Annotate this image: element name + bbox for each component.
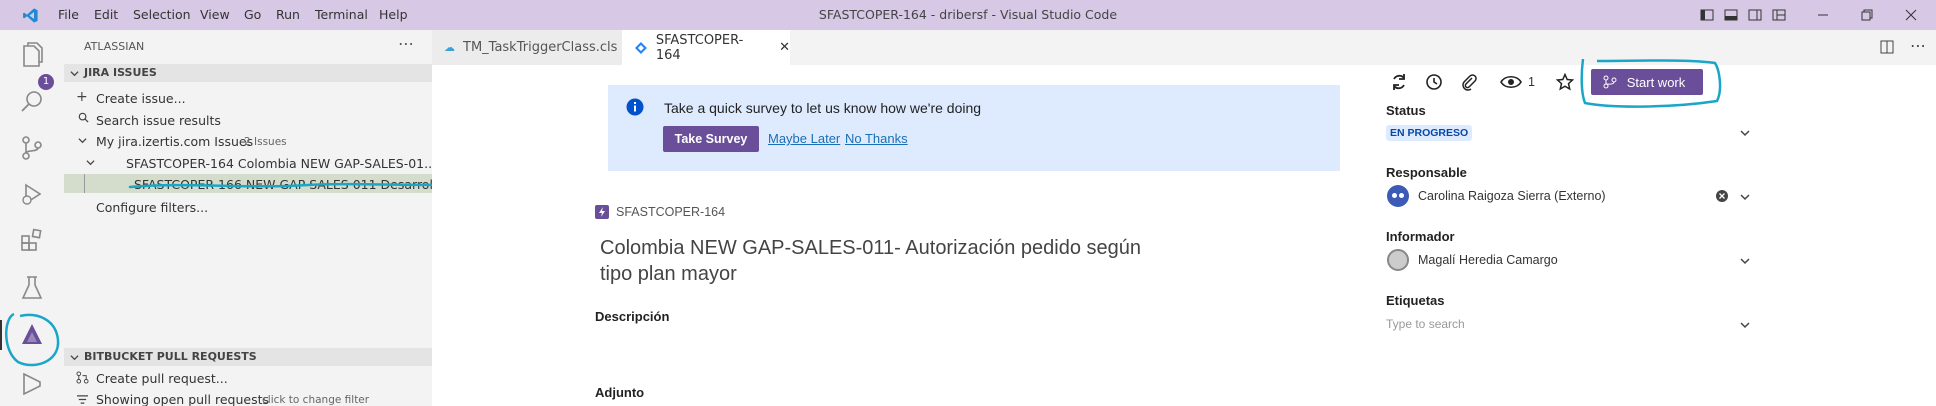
menu-edit[interactable]: Edit: [94, 7, 118, 22]
salesforce-deploy-icon[interactable]: [18, 370, 46, 398]
tree-guide: [84, 174, 85, 193]
subtask-type-icon: [595, 205, 609, 219]
status-label: Status: [1386, 103, 1426, 118]
chevron-down-icon: [70, 71, 79, 77]
search-issue-results[interactable]: Search issue results: [96, 113, 221, 128]
info-icon: [626, 98, 644, 116]
status-lozenge[interactable]: EN PROGRESO: [1386, 125, 1473, 141]
chevron-down-icon: [70, 355, 79, 361]
jira-icon: [634, 41, 647, 54]
chevron-down-icon: [78, 138, 87, 144]
bitbucket-section-title: BITBUCKET PULL REQUESTS: [84, 350, 257, 363]
description-label: Descripción: [595, 309, 670, 324]
issue-title[interactable]: Colombia NEW GAP-SALES-011- Autorización…: [600, 235, 1160, 287]
explorer-icon[interactable]: [18, 42, 46, 70]
menu-selection[interactable]: Selection: [133, 7, 191, 22]
tab-sfastcoper-164[interactable]: SFASTCOPER-164 ✕: [622, 30, 790, 65]
assignee-value[interactable]: Carolina Raigoza Sierra (Externo): [1418, 189, 1606, 203]
labels-label: Etiquetas: [1386, 293, 1445, 308]
assignee-label: Responsable: [1386, 165, 1467, 180]
menu-run[interactable]: Run: [276, 7, 300, 22]
jira-issue-view: Take a quick survey to let us know how w…: [432, 58, 1936, 406]
reporter-avatar: [1387, 249, 1409, 271]
annotation-circle-start-work: [1580, 58, 1722, 108]
maybe-later-link[interactable]: Maybe Later: [768, 131, 840, 146]
reporter-chevron-down-icon[interactable]: [1740, 256, 1750, 266]
close-tab-icon[interactable]: ✕: [779, 40, 790, 55]
toggle-panel-icon[interactable]: [1724, 8, 1738, 22]
menu-help[interactable]: Help: [379, 7, 408, 22]
jira-section-title: JIRA ISSUES: [84, 66, 157, 79]
clear-assignee-icon[interactable]: [1716, 190, 1728, 202]
search-icon[interactable]: [18, 88, 46, 116]
run-debug-icon[interactable]: [18, 180, 46, 208]
watcher-count: 1: [1528, 75, 1535, 89]
customize-layout-icon[interactable]: [1772, 8, 1786, 22]
sidebar-title: ATLASSIAN: [84, 40, 145, 53]
toggle-primary-sidebar-icon[interactable]: [1700, 8, 1714, 22]
split-editor-icon[interactable]: [1880, 40, 1894, 54]
vscode-logo-icon: [23, 8, 38, 23]
assignee-chevron-down-icon[interactable]: [1740, 192, 1750, 202]
tab-tm-task-trigger[interactable]: ☁ TM_TaskTriggerClass.cls ●: [432, 30, 636, 65]
refresh-icon[interactable]: [1390, 73, 1408, 91]
menu-view[interactable]: View: [200, 7, 230, 22]
attachment-label: Adjunto: [595, 385, 645, 400]
menu-file[interactable]: File: [58, 7, 79, 22]
showing-open-prs[interactable]: Showing open pull requests: [96, 392, 269, 406]
reporter-value[interactable]: Magalí Heredia Camargo: [1418, 253, 1558, 267]
menu-terminal[interactable]: Terminal: [315, 7, 368, 22]
issue-parent[interactable]: SFASTCOPER-164 Colombia NEW GAP-SALES-01…: [126, 156, 436, 171]
survey-message: Take a quick survey to let us know how w…: [664, 100, 982, 116]
reporter-label: Informador: [1386, 229, 1455, 244]
restore-icon[interactable]: [1860, 8, 1874, 22]
labels-search-input[interactable]: Type to search: [1386, 317, 1465, 331]
filter-icon: [77, 395, 88, 404]
configure-filters[interactable]: Configure filters...: [96, 200, 208, 215]
extensions-icon[interactable]: [18, 226, 46, 254]
take-survey-button[interactable]: Take Survey: [663, 126, 759, 152]
toggle-secondary-sidebar-icon[interactable]: [1748, 8, 1762, 22]
tab-label: TM_TaskTriggerClass.cls: [463, 40, 618, 55]
editor-more-icon[interactable]: ⋯: [1910, 36, 1926, 55]
source-control-icon[interactable]: [18, 134, 46, 162]
sidebar: ATLASSIAN ⋯ JIRA ISSUES + Create issue..…: [64, 30, 466, 406]
pull-request-icon: [76, 371, 89, 384]
change-filter-hint: click to change filter: [262, 394, 370, 406]
status-chevron-down-icon[interactable]: [1740, 128, 1750, 138]
more-actions-icon[interactable]: ⋯: [398, 34, 414, 53]
issue-key[interactable]: SFASTCOPER-164: [616, 205, 725, 219]
my-jira-issues[interactable]: My jira.izertis.com Issues: [96, 134, 253, 149]
no-thanks-link[interactable]: No Thanks: [845, 131, 908, 146]
create-pull-request[interactable]: Create pull request...: [96, 371, 228, 386]
chevron-down-icon: [86, 160, 95, 166]
plus-icon: +: [76, 89, 88, 105]
annotation-circle-atlassian: [5, 312, 60, 367]
salesforce-cloud-icon: ☁: [444, 41, 455, 54]
testing-flask-icon[interactable]: [18, 274, 46, 302]
annotation-scribble: [128, 182, 466, 189]
menu-go[interactable]: Go: [244, 7, 261, 22]
assignee-avatar: [1387, 185, 1409, 207]
labels-chevron-down-icon[interactable]: [1740, 320, 1750, 330]
title-bar: File Edit Selection View Go Run Terminal…: [0, 0, 1936, 30]
star-icon[interactable]: [1556, 73, 1574, 91]
tab-label: SFASTCOPER-164: [655, 32, 744, 63]
issue-count: 2 Issues: [244, 136, 287, 148]
watch-eye-icon[interactable]: [1500, 74, 1522, 90]
minimize-icon[interactable]: [1816, 8, 1830, 22]
attachment-icon[interactable]: [1460, 73, 1478, 91]
close-window-icon[interactable]: [1904, 8, 1918, 22]
search-results-icon: [78, 112, 89, 123]
clock-icon[interactable]: [1425, 73, 1443, 91]
create-issue[interactable]: Create issue...: [96, 91, 186, 106]
